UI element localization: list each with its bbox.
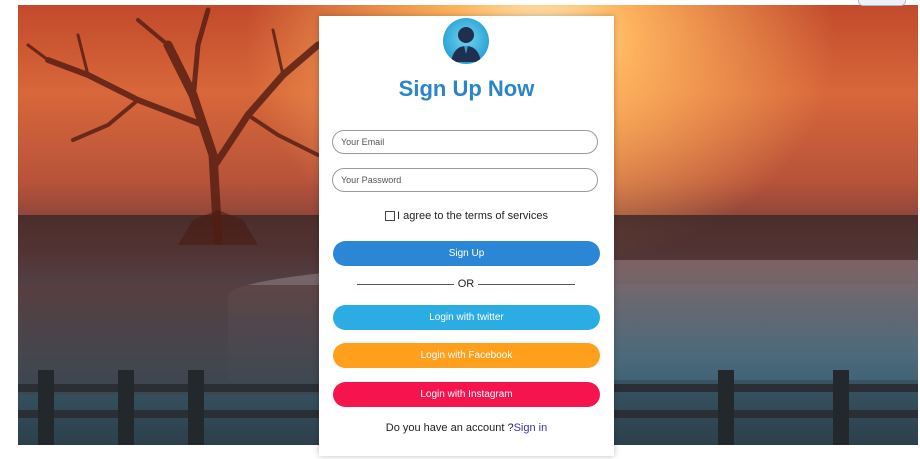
divider-line-right [478,283,575,285]
terms-label: I agree to the terms of services [396,210,548,222]
divider-line-left [357,283,454,285]
or-divider: OR [357,277,575,291]
or-label: OR [457,278,475,290]
instagram-login-button[interactable]: Login with Instagram [333,382,600,407]
instagram-login-label: Login with Instagram [420,389,513,400]
terms-checkbox[interactable] [384,211,395,221]
signup-button-label: Sign Up [448,248,485,259]
top-right-tab[interactable] [858,0,906,6]
account-prompt: Do you have an account ? [385,422,514,434]
twitter-login-label: Login with twitter [429,312,504,323]
facebook-login-label: Login with Facebook [420,350,513,361]
user-avatar-icon [443,18,489,64]
signup-button[interactable]: Sign Up [333,241,600,266]
tree-silhouette [26,7,345,245]
signup-card: Sign Up Now I agree to the terms of serv… [319,16,614,456]
twitter-login-button[interactable]: Login with twitter [333,305,600,330]
signin-link[interactable]: Sign in [514,422,548,434]
facebook-login-button[interactable]: Login with Facebook [333,343,600,368]
page-title: Sign Up Now [398,76,535,101]
password-input[interactable] [332,168,598,192]
email-input[interactable] [332,130,598,154]
signin-row: Do you have an account ?Sign in [319,422,614,434]
terms-row: I agree to the terms of services [319,210,614,222]
